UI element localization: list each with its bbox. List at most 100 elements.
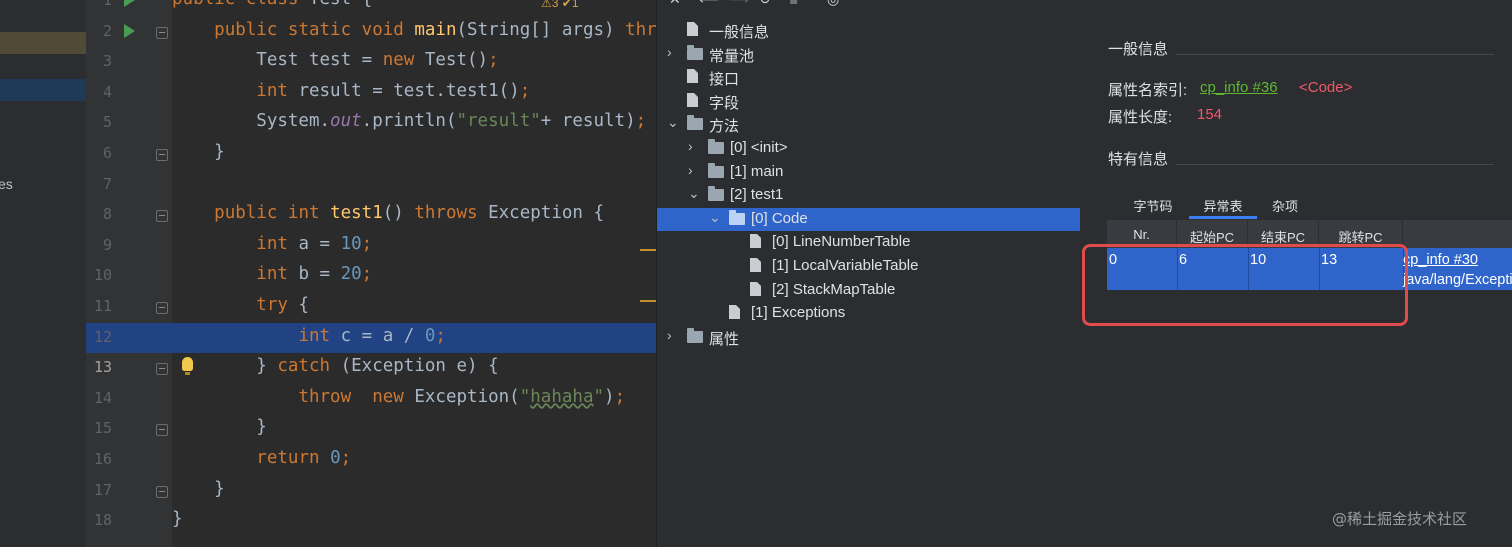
chevron-right-icon[interactable]: › (667, 44, 681, 60)
code-line[interactable]: 4 int result = test.test1(); (86, 78, 656, 109)
globe-icon[interactable]: ◎ (827, 0, 839, 8)
chevron-right-icon[interactable]: › (667, 327, 681, 343)
line-number: 17 (93, 480, 112, 499)
tab-exception-table[interactable]: 异常表 (1189, 193, 1257, 219)
code-text: return 0; (256, 448, 352, 468)
file-icon (687, 92, 698, 107)
project-item-highlight[interactable] (0, 32, 86, 54)
tree-node[interactable]: 接口 (657, 66, 1080, 90)
tab-misc[interactable]: 杂项 (1261, 193, 1309, 219)
line-number: 9 (102, 235, 112, 254)
class-structure-tree[interactable]: ✕ ⟵ ⟶ ↻ ▪ ◎ 一般信息 › 常量池 接口 字段 ⌄ 方法 › [0] <init> › [… (656, 0, 1080, 547)
fold-toggle-icon[interactable] (156, 363, 168, 376)
specific-info-title: 特有信息 (1108, 151, 1169, 168)
tree-node[interactable]: [0] LineNumberTable (657, 231, 1080, 255)
close-icon[interactable]: ✕ (669, 0, 681, 8)
run-gutter-icon[interactable] (124, 23, 135, 38)
chevron-down-icon[interactable]: ⌄ (688, 185, 702, 202)
code-line[interactable]: 13 } catch (Exception e) { (86, 353, 656, 384)
tree-node-label: [2] test1 (730, 186, 784, 204)
tree-node[interactable]: [2] StackMapTable (657, 279, 1080, 303)
forward-arrow-icon[interactable]: ⟶ (729, 0, 749, 8)
code-line[interactable]: 15 } (86, 414, 656, 445)
line-number: 2 (102, 21, 112, 40)
code-editor[interactable]: ⚠3 ✔1 1public class Test {2 public stati… (86, 0, 656, 547)
tree-node[interactable]: [1] LocalVariableTable (657, 255, 1080, 279)
code-line[interactable]: 5 System.out.println("result"+ result); (86, 108, 656, 139)
code-text: public static void main(String[] args) t… (214, 19, 656, 40)
code-line[interactable]: 16 return 0; (86, 445, 656, 476)
code-line[interactable]: 10 int b = 20; (86, 261, 656, 292)
fold-toggle-icon[interactable] (156, 302, 168, 314)
refresh-icon[interactable]: ↻ (759, 0, 771, 8)
tree-node[interactable]: [1] Exceptions (657, 302, 1080, 326)
project-item-selected[interactable] (0, 79, 86, 101)
fold-toggle-icon[interactable] (156, 210, 168, 223)
tree-node[interactable]: › 属性 (657, 326, 1080, 350)
attr-name-index-link[interactable]: cp_info #36 (1200, 79, 1278, 96)
code-line[interactable]: 7 (86, 170, 656, 201)
code-line[interactable]: 17 } (86, 476, 656, 507)
file-icon (750, 281, 761, 296)
code-line[interactable]: 12 int c = a / 0; (86, 322, 656, 354)
tree-node[interactable]: › [1] main (657, 161, 1080, 185)
code-line[interactable]: 6 } (86, 139, 656, 170)
tree-node-label: 属性 (709, 330, 740, 348)
code-text: } (172, 417, 267, 438)
fold-toggle-icon[interactable] (156, 424, 168, 437)
file-icon (729, 305, 740, 320)
chevron-down-icon[interactable]: ⌄ (709, 209, 723, 226)
code-line[interactable]: 14 throw new Exception("hahaha"); (86, 384, 656, 415)
tree-node[interactable]: ⌄ [2] test1 (657, 184, 1080, 208)
project-panel-strip: M es (0, 0, 86, 547)
attr-length-value: 154 (1197, 106, 1223, 123)
code-line[interactable]: 1 public class Test { (86, 0, 656, 17)
tree-node[interactable]: › [0] <init> (657, 137, 1080, 161)
code-line[interactable]: 8 public int test1() throws Exception { (86, 200, 656, 231)
folder-icon (708, 139, 724, 154)
chevron-right-icon[interactable]: › (688, 138, 702, 154)
run-gutter-icon[interactable] (124, 0, 135, 7)
attr-name-index-label: 属性名索引: (1108, 82, 1188, 99)
code-text: } catch (Exception e) { (172, 356, 499, 377)
chevron-right-icon[interactable]: › (688, 162, 702, 178)
file-icon (750, 234, 761, 249)
chevron-down-icon[interactable]: ⌄ (667, 114, 681, 131)
tree-node[interactable]: › 常量池 (657, 43, 1080, 67)
tree-node[interactable]: 一般信息 (657, 19, 1080, 43)
fold-toggle-icon[interactable] (156, 485, 168, 498)
code-line[interactable]: 9 int a = 10; (86, 231, 656, 262)
code-line[interactable]: 2 public static void main(String[] args)… (86, 17, 656, 48)
tree-node-label: [0] <init> (730, 139, 788, 156)
line-number: 5 (102, 113, 112, 132)
save-icon[interactable]: ▪ (789, 0, 799, 8)
tree-node-label: [1] LocalVariableTable (772, 257, 919, 274)
cell-catch-type-link[interactable]: cp_info #30 (1403, 252, 1478, 268)
attr-name-value: <Code> (1299, 79, 1353, 96)
file-icon (687, 69, 698, 84)
code-line[interactable]: 3 Test test = new Test(); (86, 47, 656, 78)
code-text: System.out.println("result"+ result); (172, 111, 647, 132)
partial-label-top: M (4, 0, 13, 1)
folder-icon (687, 327, 703, 343)
divider (1176, 164, 1494, 165)
code-text: } (172, 142, 225, 162)
column-header-catch-type[interactable] (1403, 220, 1512, 248)
tree-toolbar: ✕ ⟵ ⟶ ↻ ▪ ◎ (657, 0, 1080, 8)
tree-node[interactable]: 字段 (657, 90, 1080, 114)
code-line[interactable]: 18} (86, 506, 656, 537)
tree-node[interactable]: ⌄ [0] Code (657, 207, 1080, 232)
folder-icon (687, 115, 703, 131)
file-icon (687, 22, 698, 36)
fold-toggle-icon[interactable] (156, 149, 168, 161)
back-arrow-icon[interactable]: ⟵ (699, 0, 719, 8)
partial-label: es (0, 176, 13, 192)
fold-toggle-icon[interactable] (156, 26, 168, 39)
error-stripe-mark[interactable] (640, 249, 656, 251)
tree-node[interactable]: ⌄ 方法 (657, 113, 1080, 137)
error-stripe-mark[interactable] (640, 300, 656, 302)
tab-bytecode[interactable]: 字节码 (1121, 193, 1185, 219)
code-line[interactable]: 11 try { (86, 292, 656, 323)
line-number: 10 (93, 266, 112, 285)
line-number: 18 (93, 511, 112, 530)
